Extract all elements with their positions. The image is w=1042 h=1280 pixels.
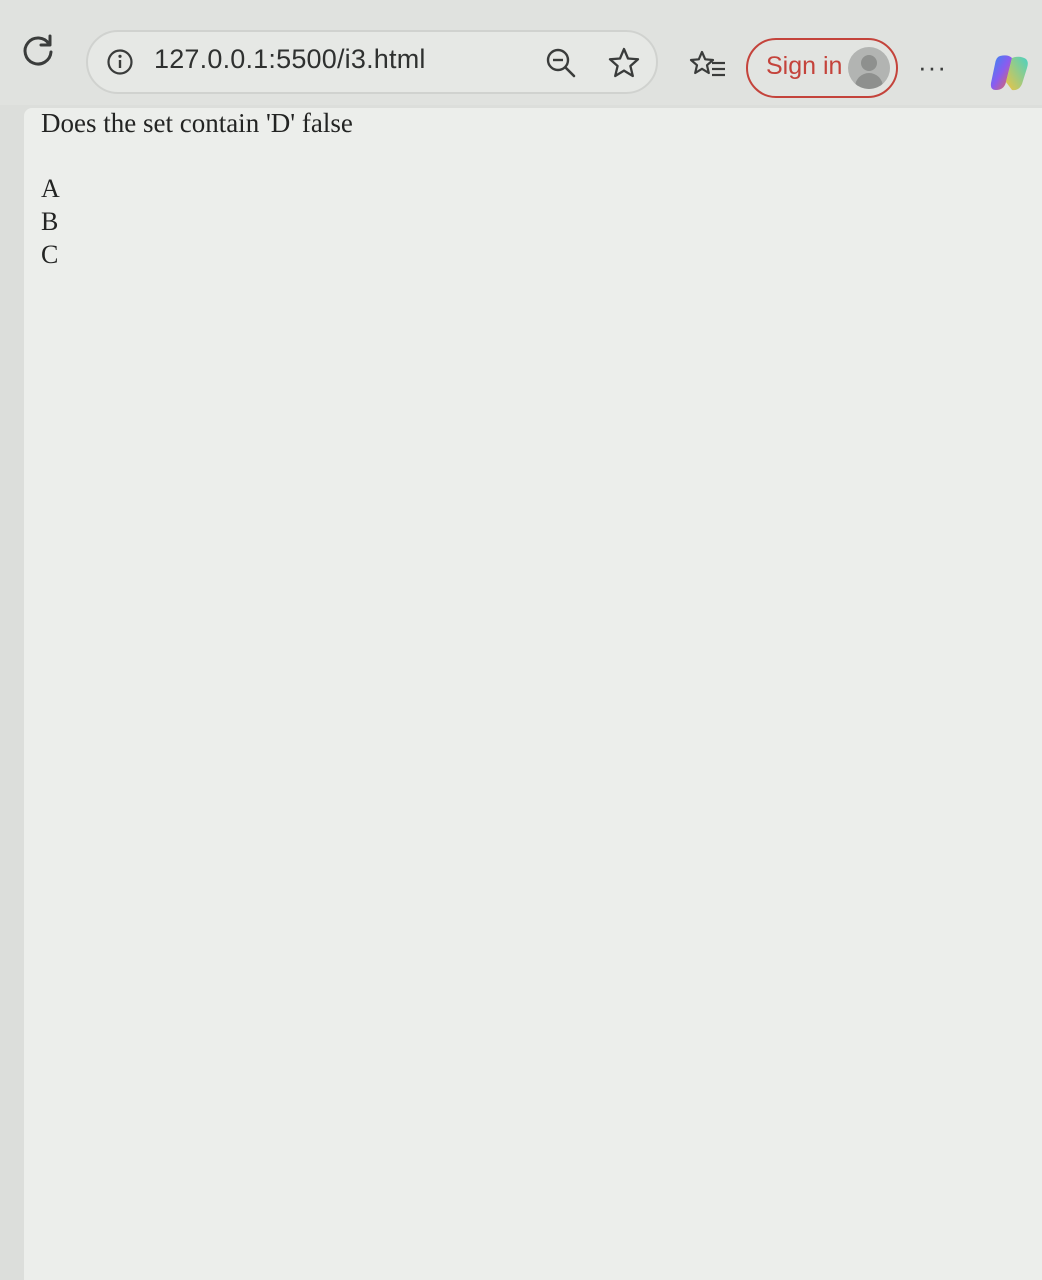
browser-toolbar: 127.0.0.1:5500/i3.html Sign in ···	[0, 0, 1042, 105]
info-icon[interactable]	[106, 48, 134, 76]
reload-icon[interactable]	[18, 30, 58, 70]
sign-in-button[interactable]: Sign in	[746, 38, 898, 98]
list-item: C	[41, 240, 59, 269]
url-text[interactable]: 127.0.0.1:5500/i3.html	[154, 44, 426, 75]
favorites-icon[interactable]	[688, 48, 728, 84]
star-icon[interactable]	[606, 45, 642, 81]
copilot-icon[interactable]	[986, 50, 1032, 96]
more-icon[interactable]: ···	[918, 52, 947, 83]
zoom-out-icon[interactable]	[544, 46, 578, 80]
page-content: Does the set contain 'D' false A B C	[24, 108, 1042, 1280]
address-bar[interactable]: 127.0.0.1:5500/i3.html	[86, 30, 658, 94]
list-item: B	[41, 207, 59, 236]
list-item: A	[41, 174, 60, 203]
page-heading: Does the set contain 'D' false	[41, 108, 353, 138]
avatar	[848, 47, 890, 89]
sign-in-label: Sign in	[766, 52, 843, 80]
item-list: A B C	[41, 172, 60, 271]
